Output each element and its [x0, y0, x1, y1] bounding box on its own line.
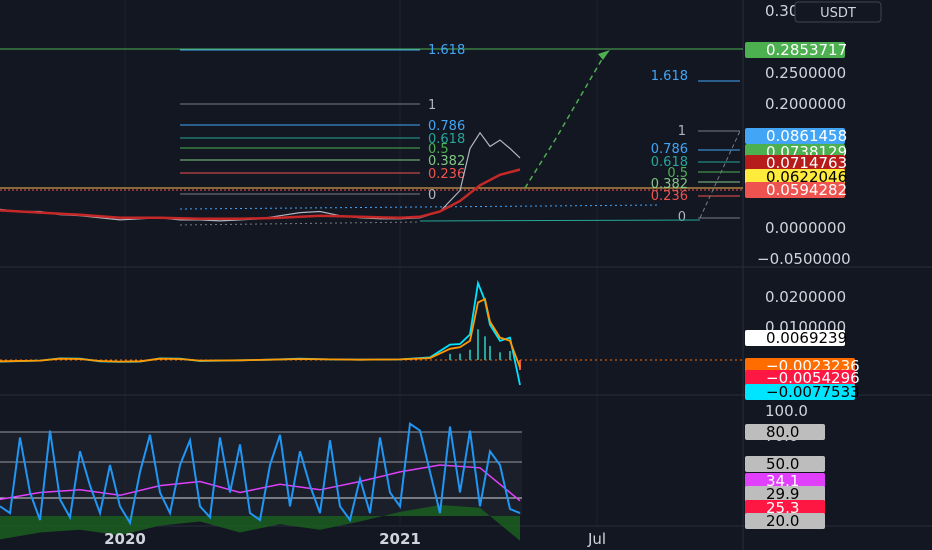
macd-badge-text: −0.0077533 [766, 383, 860, 401]
fib-left-label: 1.618 [428, 43, 465, 58]
fib-right-label: 1 [678, 124, 686, 139]
trading-chart[interactable]: 1.618 1 0.786 0.618 0.5 0.382 0.236 0 1.… [0, 0, 932, 550]
macd-histogram-bar [509, 351, 511, 360]
price-axis-tick: 0.0000000 [765, 219, 846, 237]
time-axis-label: 2020 [104, 530, 146, 548]
fib-left-label: 0.236 [428, 167, 465, 182]
macd-histogram-bar [477, 329, 479, 360]
osc-badge-text: 20.0 [766, 512, 799, 530]
time-axis-label: 2021 [379, 530, 421, 548]
price-axis-tick: 0.2000000 [765, 95, 846, 113]
macd-histogram-bar [499, 352, 501, 360]
price-axis-tick: −0.0500000 [757, 250, 851, 268]
macd-histogram-bar [489, 345, 491, 360]
fib-right-label: 1.618 [651, 69, 688, 84]
price-badge-text: 0.2853717 [766, 41, 847, 59]
macd-histogram-bar [459, 353, 461, 360]
time-axis-label: Jul [587, 530, 606, 548]
currency-label: USDT [820, 6, 856, 21]
osc-badge-text: 80.0 [766, 423, 799, 441]
macd-histogram-bar [484, 336, 486, 360]
fib-left-label: 0 [428, 188, 436, 203]
fib-left-label: 1 [428, 98, 436, 113]
osc-badge-text: 50.0 [766, 455, 799, 473]
price-badge-text: 0.0594282 [766, 181, 847, 199]
macd-badge-text: 0.0069239 [766, 329, 847, 347]
macd-histogram-bar [449, 353, 451, 360]
price-axis-tick: 0.2500000 [765, 64, 846, 82]
osc-axis-tick: 100.0 [765, 402, 808, 420]
macd-axis-tick: 0.0200000 [765, 288, 846, 306]
macd-histogram-bar [469, 349, 471, 360]
fib-right-label: 0 [678, 210, 686, 225]
fib-right-label: 0.236 [651, 189, 688, 204]
